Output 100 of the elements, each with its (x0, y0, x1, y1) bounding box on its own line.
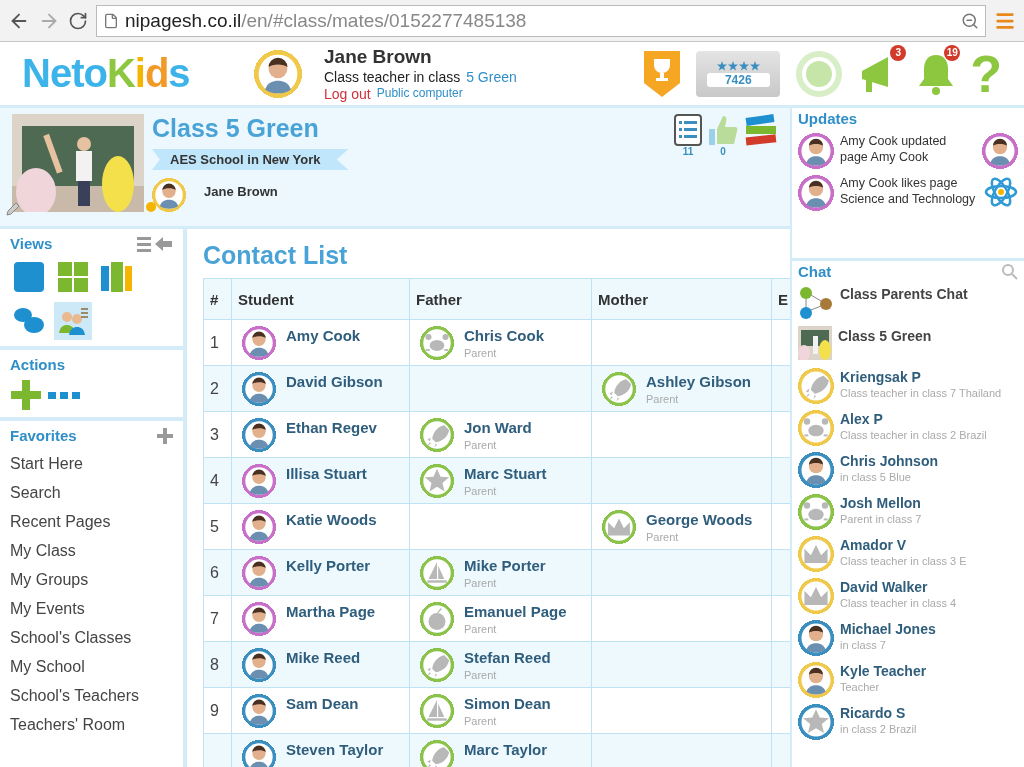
person-name[interactable]: Martha Page (286, 602, 376, 620)
person-name[interactable]: Simon Dean (464, 694, 551, 712)
person-name[interactable]: Emanuel Page (464, 602, 567, 620)
section-title: Actions (10, 356, 66, 373)
person-avatar (982, 133, 1018, 169)
favorite-link[interactable]: School's Teachers (10, 682, 173, 711)
pencil-icon[interactable] (6, 202, 20, 216)
chat-name[interactable]: Amador V (840, 537, 967, 553)
trophy-icon[interactable] (642, 48, 683, 99)
table-cell: 8 (203, 641, 232, 688)
person-name[interactable]: Stefan Reed (464, 648, 551, 666)
add-icon[interactable] (10, 379, 42, 411)
person-role: Parent (464, 668, 498, 681)
chat-name[interactable]: Josh Mellon (840, 495, 922, 511)
person-name[interactable]: Jon Ward (464, 418, 532, 436)
person-avatar (254, 49, 302, 98)
star-icon (727, 60, 738, 71)
favorite-link[interactable]: Search (10, 479, 173, 508)
school-ribbon[interactable]: AES School in New York (152, 149, 349, 170)
address-bar[interactable]: nipagesh.co.il/en/#class/mates/0152277485138 (96, 4, 986, 37)
favorite-link[interactable]: School's Classes (10, 624, 173, 653)
person-role: Parent (464, 714, 498, 727)
reload-button[interactable] (68, 10, 88, 31)
section-title: Chat (798, 263, 832, 280)
person-name[interactable]: Chris Cook (464, 326, 544, 344)
update-text: Amy Cook updated page Amy Cook (840, 133, 948, 165)
column-header: # (203, 278, 232, 320)
counter-value: 11 (682, 146, 694, 157)
square-view-icon (13, 261, 45, 293)
chat-subtitle: Class teacher in class 2 Brazil (840, 429, 987, 441)
favorite-link[interactable]: My Class (10, 537, 173, 566)
page-icon (103, 12, 119, 29)
chat-name[interactable]: David Walker (840, 579, 957, 595)
chat-subtitle: in class 2 Brazil (840, 723, 917, 735)
star-icon (716, 60, 727, 71)
table-cell: 3 (203, 411, 232, 458)
person-name[interactable]: Ashley Gibson (646, 372, 752, 390)
chat-name[interactable]: Michael Jones (840, 621, 936, 637)
person-name[interactable]: Sam Dean (286, 694, 359, 712)
books-icon[interactable] (744, 114, 778, 146)
person-name[interactable]: Marc Stuart (464, 464, 547, 482)
chat-name[interactable]: Kyle Teacher (840, 663, 927, 679)
chat-name[interactable]: Alex P (840, 411, 987, 427)
atom-icon (984, 175, 1018, 209)
favorite-link[interactable]: My Groups (10, 566, 173, 595)
person-name[interactable]: George Woods (646, 510, 753, 528)
person-name[interactable]: Mike Porter (464, 556, 546, 574)
chat-subtitle: in class 7 (840, 639, 887, 651)
add-icon[interactable] (157, 427, 173, 444)
group-chat-icon (798, 284, 834, 320)
collapse-icon[interactable] (137, 235, 173, 252)
person-avatar (152, 178, 186, 212)
table-cell: 6 (203, 549, 232, 596)
class-title: Class 5 Green (152, 114, 320, 143)
person-role: Parent (646, 392, 680, 405)
list-icon (674, 114, 702, 146)
person-name[interactable]: Ethan Regev (286, 418, 377, 436)
person-avatar (798, 133, 834, 169)
chat-name[interactable]: Kriengsak P (840, 369, 1002, 385)
teacher-name[interactable]: Jane Brown (204, 184, 278, 199)
table-cell: 7 (203, 595, 232, 642)
favorite-link[interactable]: My School (10, 653, 173, 682)
view-button[interactable] (54, 302, 92, 340)
class-link[interactable]: 5 Green (466, 68, 517, 85)
chat-name[interactable]: Chris Johnson (840, 453, 938, 469)
favorite-link[interactable]: Teachers' Room (10, 711, 173, 740)
favorite-link[interactable]: Recent Pages (10, 508, 173, 537)
contacts-view-icon (57, 305, 89, 337)
chat-name[interactable]: Class 5 Green (838, 328, 932, 344)
search-icon[interactable] (1002, 263, 1018, 280)
zoom-icon[interactable] (961, 11, 979, 30)
table-cell: 1 (203, 319, 232, 366)
section-title: Updates (798, 110, 859, 127)
notification-count: 19 (944, 44, 961, 61)
person-name[interactable]: Katie Woods (286, 510, 377, 528)
favorite-link[interactable]: Start Here (10, 450, 173, 479)
logout-link[interactable]: Log out (324, 85, 371, 102)
columns-view-icon (100, 261, 134, 293)
user-role: Class teacher in class (324, 68, 461, 85)
person-role: Parent (464, 438, 498, 451)
points-value: 7426 (706, 72, 770, 87)
section-title: Views (10, 235, 53, 252)
counter-value: 0 (720, 146, 726, 157)
person-name[interactable]: Kelly Porter (286, 556, 371, 574)
person-name[interactable]: Amy Cook (286, 326, 361, 344)
favorite-link[interactable]: My Events (10, 595, 173, 624)
person-name[interactable]: Illisa Stuart (286, 464, 367, 482)
person-name[interactable]: Mike Reed (286, 648, 361, 666)
chat-name[interactable]: Class Parents Chat (840, 286, 968, 302)
table-cell: 4 (203, 457, 232, 504)
chat-name[interactable]: Ricardo S (840, 705, 917, 721)
person-role: Parent (464, 622, 498, 635)
column-header: Father (409, 278, 592, 320)
person-role: Parent (646, 530, 680, 543)
public-computer-link[interactable]: Public computer (376, 85, 463, 102)
person-avatar (798, 175, 834, 211)
points-badge[interactable]: 7426 (696, 50, 781, 97)
column-header: Student (231, 278, 410, 320)
star-icon (749, 60, 760, 71)
thumbs-up-icon (708, 114, 738, 146)
